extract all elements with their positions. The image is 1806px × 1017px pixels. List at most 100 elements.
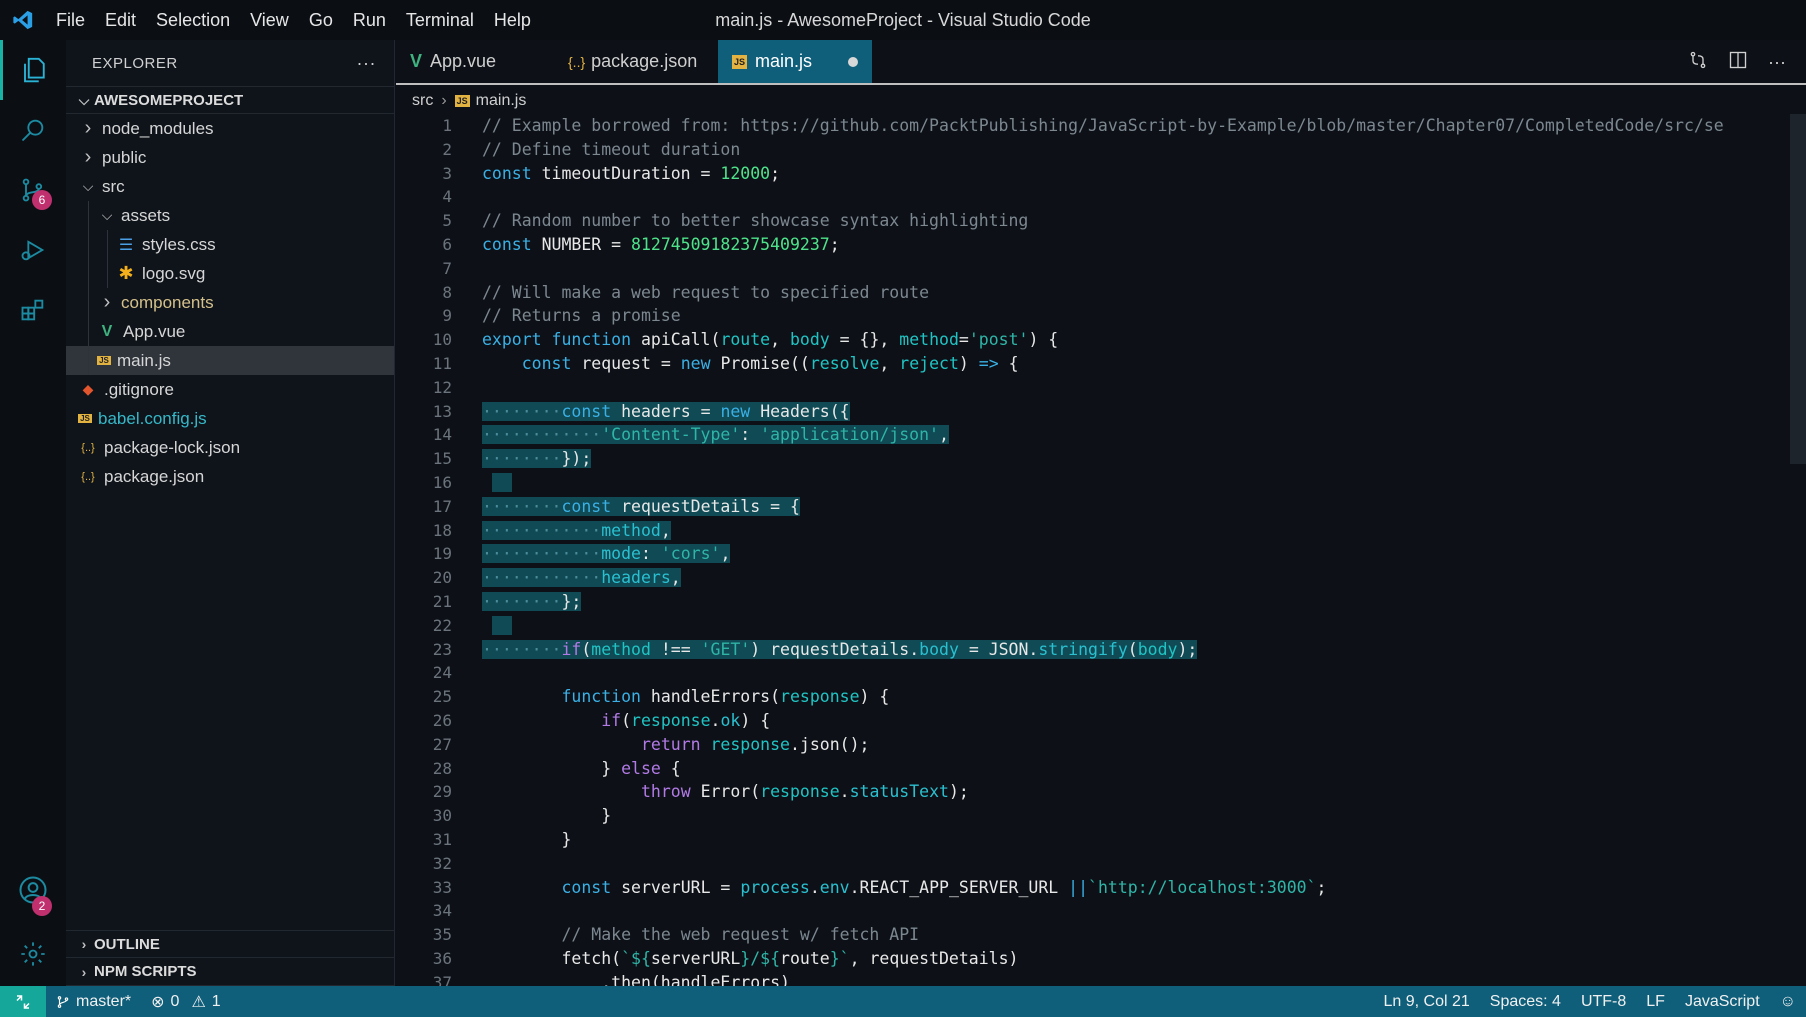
- indentation[interactable]: Spaces: 4: [1480, 993, 1571, 1011]
- encoding[interactable]: UTF-8: [1571, 993, 1636, 1011]
- code-line[interactable]: if(response.ok) {: [482, 709, 1782, 733]
- code-line[interactable]: const timeoutDuration = 12000;: [482, 162, 1782, 186]
- branch-indicator[interactable]: master*: [46, 993, 141, 1011]
- compare-changes-icon[interactable]: [1688, 50, 1708, 75]
- code-line[interactable]: ········const requestDetails = {: [482, 495, 1782, 519]
- code-line[interactable]: ············'Content-Type': 'application…: [482, 423, 1782, 447]
- code-line[interactable]: // Will make a web request to specified …: [482, 281, 1782, 305]
- menu-item-view[interactable]: View: [240, 0, 299, 40]
- code-line[interactable]: throw Error(response.statusText);: [482, 780, 1782, 804]
- code-token: response: [760, 782, 840, 802]
- explorer-icon[interactable]: [0, 40, 66, 100]
- code-line[interactable]: } else {: [482, 757, 1782, 781]
- menu-item-go[interactable]: Go: [299, 0, 343, 40]
- code-editor[interactable]: 1 2 3 4 5 6 7 8 9 10 11 12 13 14 15 16 17 18 19 20 21 22 23 24 2…: [396, 114, 1806, 986]
- more-actions-icon[interactable]: ···: [1768, 52, 1786, 73]
- code-token: );: [1177, 639, 1198, 659]
- tab-package-json[interactable]: {..} package.json: [554, 40, 714, 83]
- menu-item-terminal[interactable]: Terminal: [396, 0, 484, 40]
- code-line[interactable]: [482, 661, 1782, 685]
- editor-scrollbar[interactable]: [1790, 114, 1806, 464]
- code-line[interactable]: // Define timeout duration: [482, 138, 1782, 162]
- code-line[interactable]: ············mode: 'cors',: [482, 542, 1782, 566]
- code-line[interactable]: }: [482, 828, 1782, 852]
- search-icon[interactable]: [0, 100, 66, 160]
- editor-tab-bar: V App.vue {..} package.json JS main.js: [396, 40, 1806, 85]
- code-line[interactable]: ········};: [482, 590, 1782, 614]
- code-line[interactable]: fetch(`${serverURL}/${route}`, requestDe…: [482, 947, 1782, 971]
- menu-item-run[interactable]: Run: [343, 0, 396, 40]
- tree-file[interactable]: ☰ styles.css: [66, 230, 394, 259]
- tree-file[interactable]: {..} package.json: [66, 462, 394, 491]
- remote-icon[interactable]: [0, 986, 46, 1017]
- code-line[interactable]: const NUMBER = 8127450918237540923​7;: [482, 233, 1782, 257]
- tree-folder[interactable]: › components: [66, 288, 394, 317]
- outline-section-header[interactable]: › OUTLINE: [66, 930, 394, 958]
- code-line[interactable]: [482, 852, 1782, 876]
- code-token: const: [561, 877, 622, 897]
- code-line[interactable]: export function apiCall(route, body = {}…: [482, 328, 1782, 352]
- end-of-line[interactable]: LF: [1636, 993, 1675, 1011]
- tab-app-vue[interactable]: V App.vue: [396, 40, 554, 83]
- tab-label: package.json: [591, 51, 698, 71]
- extensions-icon[interactable]: [0, 280, 66, 340]
- menu-item-edit[interactable]: Edit: [95, 0, 146, 40]
- code-line[interactable]: const serverURL = process.env.REACT_APP_…: [482, 876, 1782, 900]
- cursor-position[interactable]: Ln 9, Col 21: [1374, 993, 1480, 1011]
- code-line[interactable]: .then(handleErrors): [482, 971, 1782, 986]
- npm-scripts-section-header[interactable]: › NPM SCRIPTS: [66, 958, 394, 986]
- activity-bar: 6 2: [0, 40, 66, 986]
- tree-file[interactable]: JS babel.config.js: [66, 404, 394, 433]
- code-token: ||: [1068, 877, 1089, 897]
- feedback-smiley-icon[interactable]: ☺: [1770, 993, 1806, 1011]
- code-line[interactable]: // Example borrowed from: https://github…: [482, 114, 1782, 138]
- code-area[interactable]: // Example borrowed from: https://github…: [482, 114, 1782, 986]
- tree-folder[interactable]: ⌵ assets: [66, 201, 394, 230]
- explorer-more-icon[interactable]: ···: [357, 53, 376, 74]
- menu-item-help[interactable]: Help: [484, 0, 541, 40]
- problems-indicator[interactable]: ⊗ 0 ⚠ 1: [141, 992, 231, 1012]
- tree-file[interactable]: ✱ logo.svg: [66, 259, 394, 288]
- breadcrumb-file[interactable]: main.js: [476, 92, 527, 110]
- code-line[interactable]: }: [482, 804, 1782, 828]
- manage-gear-icon[interactable]: [0, 924, 66, 984]
- tree-file[interactable]: {..} package-lock.json: [66, 433, 394, 462]
- tab-main-js[interactable]: JS main.js: [718, 40, 872, 83]
- code-line[interactable]: return response.json();: [482, 733, 1782, 757]
- breadcrumb-folder[interactable]: src: [412, 92, 433, 110]
- split-editor-icon[interactable]: [1728, 50, 1748, 75]
- tree-folder[interactable]: › node_modules: [66, 114, 394, 143]
- source-control-icon[interactable]: 6: [0, 160, 66, 220]
- code-token: statusText: [849, 782, 949, 802]
- run-debug-icon[interactable]: [0, 220, 66, 280]
- code-line[interactable]: function handleErrors(response) {: [482, 685, 1782, 709]
- accounts-icon[interactable]: 2: [0, 860, 66, 920]
- code-line[interactable]: [482, 376, 1782, 400]
- code-line[interactable]: ········if(method !== 'GET') requestDeta…: [482, 638, 1782, 662]
- code-line[interactable]: [482, 614, 1782, 638]
- menu-item-selection[interactable]: Selection: [146, 0, 240, 40]
- tree-file[interactable]: JS main.js: [66, 346, 394, 375]
- tree-file[interactable]: V App.vue: [66, 317, 394, 346]
- code-line[interactable]: // Returns a promise: [482, 304, 1782, 328]
- tree-folder[interactable]: › public: [66, 143, 394, 172]
- line-number: 37: [432, 972, 452, 986]
- code-line[interactable]: ············headers,: [482, 566, 1782, 590]
- code-line[interactable]: const request = new Promise((resolve, re…: [482, 352, 1782, 376]
- code-line[interactable]: [482, 257, 1782, 281]
- tree-file[interactable]: ◆ .gitignore: [66, 375, 394, 404]
- menu-item-file[interactable]: File: [46, 0, 95, 40]
- code-line[interactable]: // Random number to better showcase synt…: [482, 209, 1782, 233]
- code-token: ········: [482, 496, 562, 516]
- code-line[interactable]: ············method,: [482, 519, 1782, 543]
- unsaved-dot-icon[interactable]: [848, 56, 858, 67]
- code-line[interactable]: // Make the web request w/ fetch API: [482, 923, 1782, 947]
- code-line[interactable]: [482, 899, 1782, 923]
- code-line[interactable]: [482, 471, 1782, 495]
- code-line[interactable]: ········const headers = new Headers({: [482, 400, 1782, 424]
- code-line[interactable]: [482, 185, 1782, 209]
- code-line[interactable]: ········});: [482, 447, 1782, 471]
- tree-folder[interactable]: ⌵ src: [66, 172, 394, 201]
- project-section-header[interactable]: ⌵ AWESOMEPROJECT: [66, 86, 394, 114]
- language-mode[interactable]: JavaScript: [1675, 993, 1770, 1011]
